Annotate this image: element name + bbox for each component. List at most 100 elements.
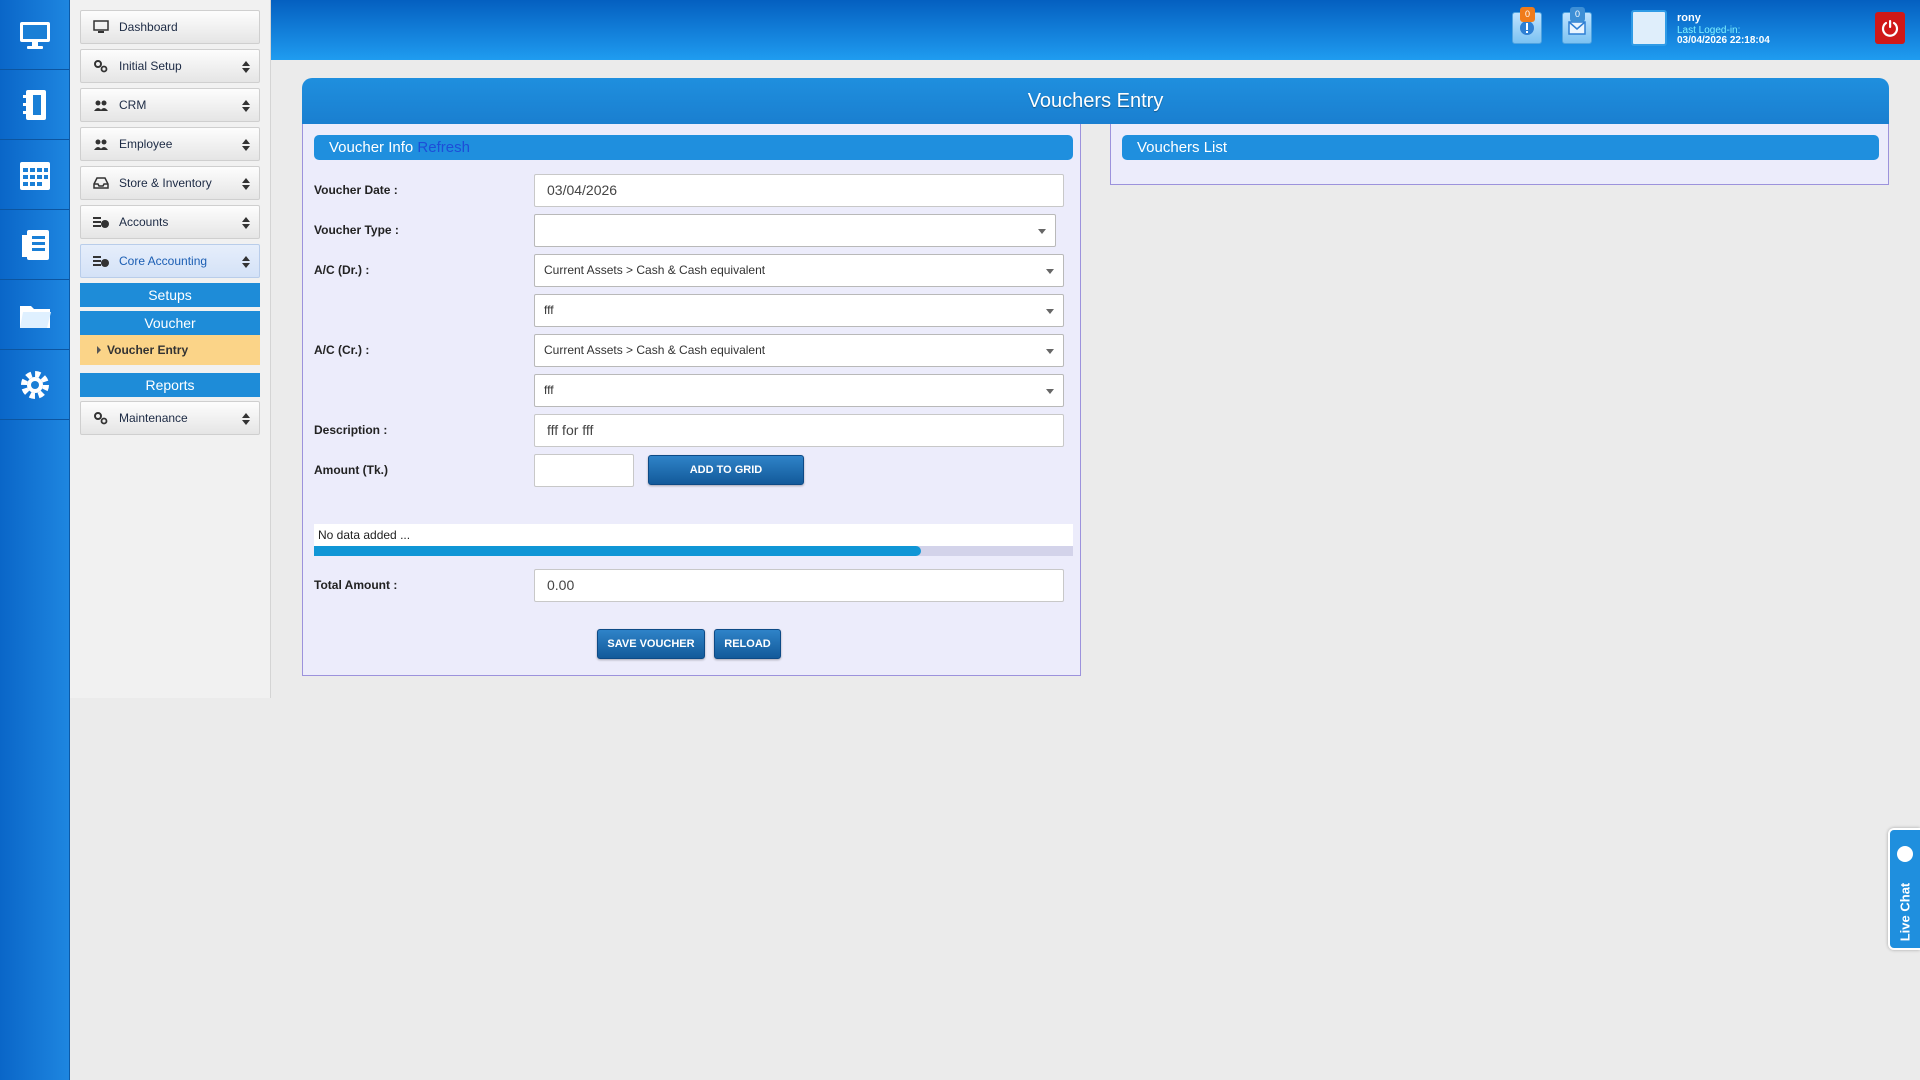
voucher-type-label: Voucher Type : [314, 223, 399, 237]
live-chat-label: Live Chat [1897, 882, 1913, 942]
menu-item-label: Store & Inventory [119, 176, 212, 190]
total-amount-label: Total Amount : [314, 578, 398, 592]
envelope-icon [1568, 21, 1586, 35]
menu-item-label: Core Accounting [119, 254, 208, 268]
folder-icon [19, 305, 51, 328]
gear-icon [20, 370, 49, 399]
voucher-date-label: Voucher Date : [314, 183, 398, 197]
monitor-icon [92, 20, 110, 34]
dr-account-value: Current Assets > Cash & Cash equivalent [544, 263, 766, 277]
chevron-down-icon [1046, 309, 1054, 314]
progress-bar [314, 546, 1073, 556]
menu-section-reports[interactable]: Reports [80, 373, 260, 397]
rail-item-reports[interactable] [0, 210, 69, 280]
dr-subaccount-select[interactable]: fff [534, 294, 1064, 327]
monitor-icon [19, 21, 50, 49]
refresh-link[interactable]: Refresh [417, 139, 470, 156]
alert-icon [1520, 21, 1534, 35]
caret-right-icon [97, 346, 101, 354]
amount-input[interactable] [534, 454, 634, 487]
chevron-down-icon [1046, 269, 1054, 274]
menu-subitem-label: Voucher Entry [107, 343, 189, 357]
notifications-button[interactable]: 0 [1512, 7, 1542, 44]
voucher-info-box: Voucher Info Refresh Voucher Date : 03/0… [302, 124, 1081, 676]
add-to-grid-button[interactable]: ADD TO GRID [648, 455, 804, 485]
progress-fill [314, 546, 922, 556]
user-name: rony [1677, 12, 1701, 24]
menu-item-label: Dashboard [119, 20, 178, 34]
cr-account-value: Current Assets > Cash & Cash equivalent [544, 343, 766, 357]
inbox-icon [92, 176, 110, 190]
description-input[interactable]: fff for fff [534, 414, 1064, 447]
vouchers-list-header: Vouchers List [1122, 135, 1879, 160]
expand-arrows-icon [242, 413, 250, 425]
save-voucher-button[interactable]: SAVE VOUCHER [597, 629, 705, 659]
menu-item-store-inventory[interactable]: Store & Inventory [80, 166, 260, 200]
last-login-time: 03/04/2026 22:18:04 [1677, 35, 1770, 46]
avatar[interactable] [1631, 10, 1667, 46]
notebook-icon [22, 89, 46, 120]
menu-item-label: Employee [119, 137, 173, 151]
live-chat-tab[interactable]: Live Chat [1888, 828, 1920, 950]
calendar-icon [19, 161, 50, 190]
menu-section-voucher[interactable]: Voucher [80, 311, 260, 335]
grid-empty-message: No data added ... [314, 524, 1073, 546]
reload-button[interactable]: RELOAD [714, 629, 781, 659]
top-bar: 0 0 rony Last Loged-in: 03/04/2026 22:18… [271, 0, 1920, 60]
menu-item-employee[interactable]: Employee [80, 127, 260, 161]
sidebar-menu: Dashboard Initial Setup CRM Employee Sto… [70, 0, 271, 698]
page-title: Vouchers Entry [302, 78, 1889, 124]
expand-arrows-icon [242, 100, 250, 112]
menu-item-maintenance[interactable]: Maintenance [80, 401, 260, 435]
menu-item-initial-setup[interactable]: Initial Setup [80, 49, 260, 83]
expand-arrows-icon [242, 217, 250, 229]
menu-subitem-voucher-entry[interactable]: Voucher Entry [80, 335, 260, 365]
amount-label: Amount (Tk.) [314, 463, 388, 477]
chevron-down-icon [1046, 389, 1054, 394]
chevron-down-icon [1038, 229, 1046, 234]
rail-item-settings[interactable] [0, 350, 69, 420]
icon-rail [0, 0, 70, 1080]
rail-item-documents[interactable] [0, 70, 69, 140]
gears-icon [92, 411, 110, 425]
menu-item-core-accounting[interactable]: Core Accounting [80, 244, 260, 278]
users-icon [92, 98, 110, 112]
rail-item-calendar[interactable] [0, 140, 69, 210]
cr-account-select[interactable]: Current Assets > Cash & Cash equivalent [534, 334, 1064, 367]
menu-item-crm[interactable]: CRM [80, 88, 260, 122]
menu-item-label: Initial Setup [119, 59, 182, 73]
gears-icon [92, 59, 110, 73]
cr-account-label: A/C (Cr.) : [314, 343, 370, 357]
users-icon [92, 137, 110, 151]
messages-button[interactable]: 0 [1562, 7, 1592, 44]
total-amount-input[interactable]: 0.00 [534, 569, 1064, 602]
menu-item-label: CRM [119, 98, 147, 112]
menu-item-dashboard[interactable]: Dashboard [80, 10, 260, 44]
dr-subaccount-value: fff [544, 303, 554, 317]
menu-item-accounts[interactable]: Accounts [80, 205, 260, 239]
voucher-info-header: Voucher Info Refresh [314, 135, 1073, 160]
voucher-date-input[interactable]: 03/04/2026 [534, 174, 1064, 207]
money-icon [92, 215, 110, 229]
cr-subaccount-select[interactable]: fff [534, 374, 1064, 407]
menu-item-label: Accounts [119, 215, 169, 229]
voucher-info-title: Voucher Info [329, 139, 414, 156]
messages-badge: 0 [1570, 7, 1585, 22]
menu-item-label: Maintenance [119, 411, 188, 425]
chevron-down-icon [1046, 349, 1054, 354]
vouchers-entry-panel: Vouchers Entry Voucher Info Refresh Vouc… [302, 78, 1889, 676]
report-icon [21, 229, 49, 260]
dr-account-label: A/C (Dr.) : [314, 263, 370, 277]
power-icon [1881, 20, 1899, 37]
description-label: Description : [314, 423, 388, 437]
dr-account-select[interactable]: Current Assets > Cash & Cash equivalent [534, 254, 1064, 287]
menu-section-setups[interactable]: Setups [80, 283, 260, 307]
expand-arrows-icon [242, 139, 250, 151]
rail-item-desktop[interactable] [0, 0, 69, 70]
rail-item-folders[interactable] [0, 280, 69, 350]
logout-button[interactable] [1875, 12, 1905, 44]
notifications-badge: 0 [1520, 7, 1535, 22]
vouchers-list-box: Vouchers List [1110, 124, 1889, 185]
money-icon [92, 254, 110, 268]
voucher-type-select[interactable] [534, 214, 1056, 247]
